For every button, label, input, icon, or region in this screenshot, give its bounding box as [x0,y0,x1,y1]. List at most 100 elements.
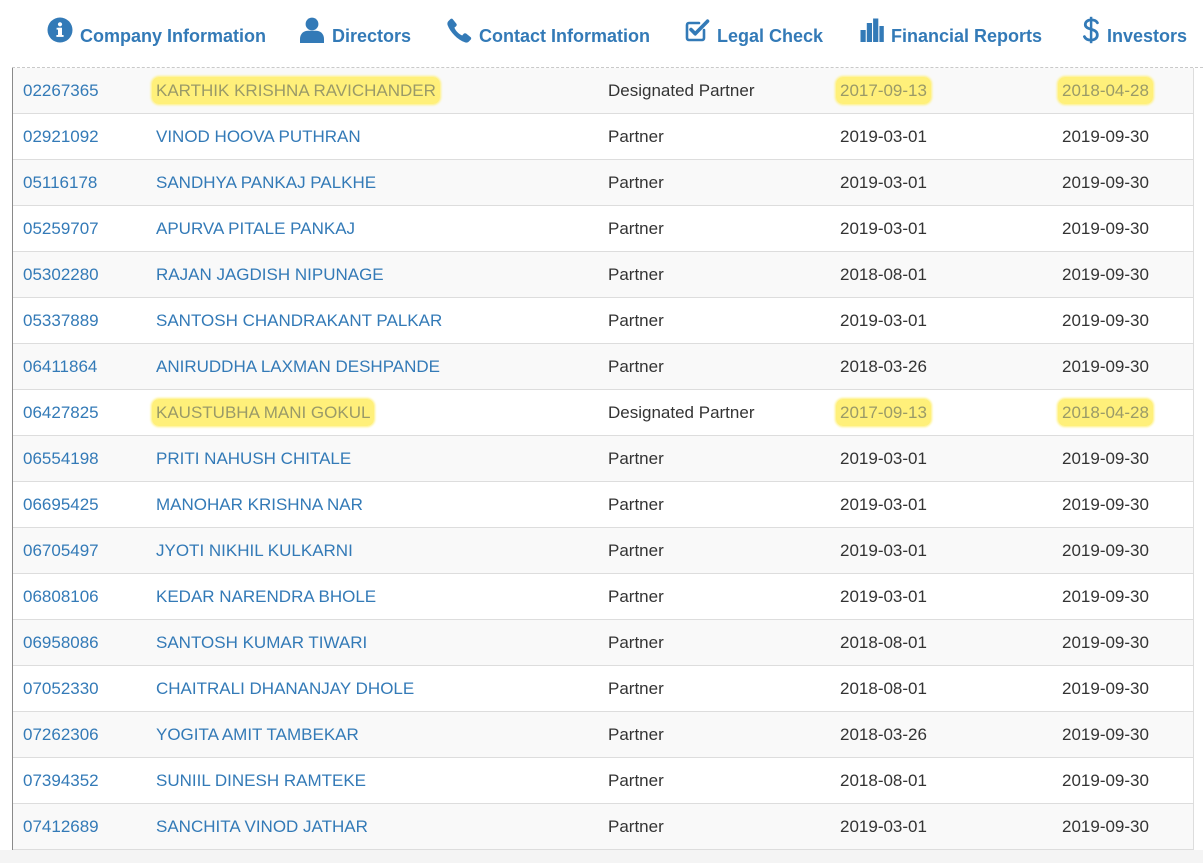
director-name-link[interactable]: KAUSTUBHA MANI GOKUL [152,390,375,435]
designation-cell: Partner [608,160,664,205]
table-row: 07052330 CHAITRALI DHANANJAY DHOLE Partner… [13,666,1193,712]
director-name-link[interactable]: MANOHAR KRISHNA NAR [156,482,363,527]
appointment-date-cell: 2019-03-01 [840,436,927,481]
director-din-link[interactable]: 07262306 [23,712,99,757]
director-din-link[interactable]: 07394352 [23,758,99,803]
phone-icon [447,18,472,43]
appointment-date-cell-text: 2019-03-01 [840,311,927,330]
director-name-link[interactable]: SANCHITA VINOD JATHAR [156,804,368,849]
designation-cell: Partner [608,620,664,665]
director-din-link[interactable]: 06808106 [23,574,99,619]
designation-cell-text: Partner [608,219,664,238]
user-icon [299,17,325,43]
nav-label: Directors [332,25,412,46]
appointment-date-cell-text: 2017-09-13 [836,77,931,104]
director-name-link-text: KAUSTUBHA MANI GOKUL [152,399,375,426]
table-row: 05337889 SANTOSH CHANDRAKANT PALKAR Partne… [13,298,1193,344]
director-din-link[interactable]: 06958086 [23,620,99,665]
director-din-link[interactable]: 06427825 [23,390,99,435]
director-din-link-text: 06411864 [23,357,98,376]
nav-legal-check[interactable]: Legal Check [685,0,823,66]
dollar-icon [1082,16,1100,44]
table-row: 02921092 VINOD HOOVA PUTHRAN Partner 2019-0… [13,114,1193,160]
director-name-link[interactable]: SANDHYA PANKAJ PALKHE [156,160,376,205]
director-din-link[interactable]: 02921092 [23,114,99,159]
cessation-date-cell-text: 2019-09-30 [1062,311,1149,330]
appointment-date-cell-text: 2018-08-01 [840,771,927,790]
appointment-date-cell: 2019-03-01 [840,298,927,343]
designation-cell: Designated Partner [608,68,754,113]
director-name-link-text: SANCHITA VINOD JATHAR [156,817,368,836]
cessation-date-cell-text: 2018-04-28 [1058,399,1153,426]
designation-cell-text: Partner [608,817,664,836]
designation-cell-text: Partner [608,265,664,284]
nav-directors[interactable]: Directors [299,0,411,66]
cessation-date-cell: 2019-09-30 [1062,528,1149,573]
director-din-link[interactable]: 06554198 [23,436,99,481]
director-din-link-text: 07394352 [23,771,99,790]
designation-cell: Partner [608,482,664,527]
director-name-link[interactable]: KEDAR NARENDRA BHOLE [156,574,376,619]
director-name-link[interactable]: CHAITRALI DHANANJAY DHOLE [156,666,414,711]
appointment-date-cell: 2018-03-26 [840,344,927,389]
director-name-link[interactable]: SANTOSH CHANDRAKANT PALKAR [156,298,442,343]
director-din-link[interactable]: 05259707 [23,206,99,251]
director-din-link-text: 05116178 [23,173,98,192]
designation-cell: Partner [608,528,664,573]
director-din-link[interactable]: 06705497 [23,528,99,573]
director-din-link[interactable]: 07412689 [23,804,99,849]
cessation-date-cell-text: 2019-09-30 [1062,495,1149,514]
appointment-date-cell-text: 2019-03-01 [840,541,927,560]
director-name-link-text: SANTOSH KUMAR TIWARI [156,633,368,652]
director-din-link[interactable]: 05116178 [23,160,97,205]
nav-label: Financial Reports [891,25,1043,46]
director-din-link[interactable]: 07052330 [23,666,99,711]
designation-cell-text: Partner [608,541,664,560]
director-name-link[interactable]: KARTHIK KRISHNA RAVICHANDER [152,68,440,113]
director-name-link[interactable]: ANIRUDDHA LAXMAN DESHPANDE [156,344,440,389]
director-din-link[interactable]: 06411864 [23,344,97,389]
director-name-link-text: KEDAR NARENDRA BHOLE [156,587,377,606]
cessation-date-cell-text: 2019-09-30 [1062,771,1149,790]
director-name-link[interactable]: PRITI NAHUSH CHITALE [156,436,351,481]
director-din-link[interactable]: 06695425 [23,482,99,527]
cessation-date-cell-text: 2019-09-30 [1062,265,1149,284]
designation-cell: Partner [608,712,664,757]
designation-cell-text: Designated Partner [608,403,755,422]
director-name-link[interactable]: JYOTI NIKHIL KULKARNI [156,528,353,573]
nav-investors[interactable]: Investors [1082,0,1187,66]
cessation-date-cell: 2019-09-30 [1062,160,1149,205]
director-name-link-text: MANOHAR KRISHNA NAR [156,495,363,514]
nav-financial-reports[interactable]: Financial Reports [860,0,1042,66]
director-din-link-text: 06958086 [23,633,99,652]
director-name-link[interactable]: YOGITA AMIT TAMBEKAR [156,712,359,757]
director-name-link[interactable]: SUNIIL DINESH RAMTEKE [156,758,366,803]
table-row: 05302280 RAJAN JAGDISH NIPUNAGE Partner 201… [13,252,1193,298]
nav-company-information[interactable]: Company Information [47,0,266,66]
director-name-link[interactable]: RAJAN JAGDISH NIPUNAGE [156,252,384,297]
director-name-link[interactable]: APURVA PITALE PANKAJ [156,206,355,251]
table-row: 06554198 PRITI NAHUSH CHITALE Partner 2019-… [13,436,1193,482]
appointment-date-cell-text: 2017-09-13 [836,399,931,426]
designation-cell-text: Partner [608,449,664,468]
appointment-date-cell: 2017-09-13 [836,390,931,435]
appointment-date-cell-text: 2019-03-01 [840,587,927,606]
cessation-date-cell-text: 2018-04-28 [1058,77,1153,104]
director-din-link[interactable]: 05337889 [23,298,99,343]
section-nav: Company Information Directors Contact In… [0,0,1203,66]
cessation-date-cell-text: 2019-09-30 [1062,357,1149,376]
table-row: 06427825 KAUSTUBHA MANI GOKUL Designated P… [13,390,1193,436]
director-name-link[interactable]: SANTOSH KUMAR TIWARI [156,620,367,665]
page-footer-strip [0,850,1203,863]
nav-contact-information[interactable]: Contact Information [447,0,650,66]
director-name-link[interactable]: VINOD HOOVA PUTHRAN [156,114,361,159]
cessation-date-cell-text: 2019-09-30 [1062,173,1149,192]
director-name-link-text: KARTHIK KRISHNA RAVICHANDER [152,77,440,104]
designation-cell-text: Partner [608,311,664,330]
director-name-link-text: SANTOSH CHANDRAKANT PALKAR [156,311,443,330]
appointment-date-cell-text: 2019-03-01 [840,127,927,146]
director-name-link-text: ANIRUDDHA LAXMAN DESHPANDE [156,357,441,376]
director-din-link[interactable]: 05302280 [23,252,99,297]
director-din-link[interactable]: 02267365 [23,68,99,113]
designation-cell-text: Partner [608,587,664,606]
